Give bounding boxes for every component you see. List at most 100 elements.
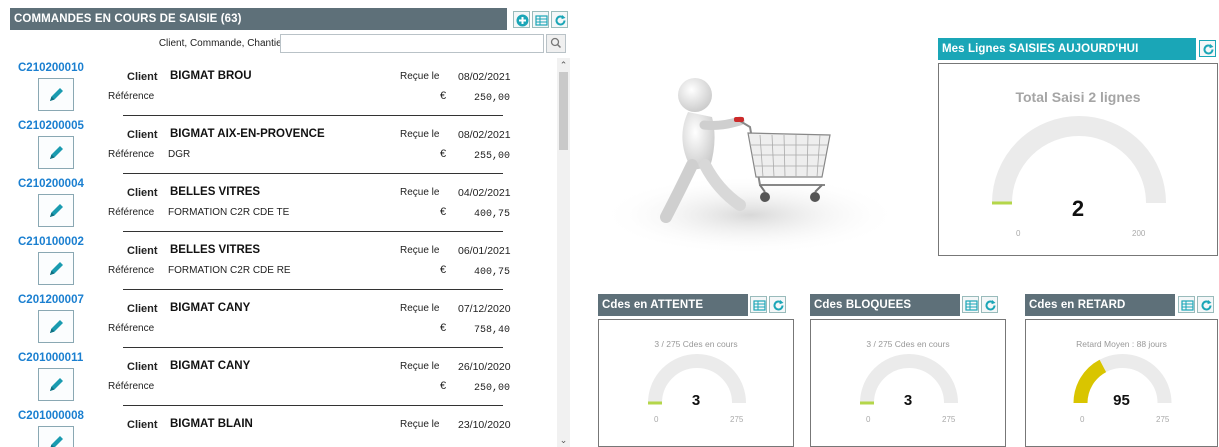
edit-order-button[interactable] xyxy=(38,136,74,169)
order-code[interactable]: C201200007 xyxy=(18,294,84,306)
edit-order-button[interactable] xyxy=(38,368,74,401)
client-name: BIGMAT CANY xyxy=(170,302,251,314)
search-button[interactable] xyxy=(546,34,566,53)
received-date: 23/10/2020 xyxy=(458,419,511,431)
refresh-icon[interactable] xyxy=(981,296,998,313)
gauge-min: 0 xyxy=(866,415,871,424)
shopping-cart-illustration xyxy=(600,55,900,255)
edit-order-button[interactable] xyxy=(38,78,74,111)
order-row[interactable]: C210200010 Client BIGMAT BROU Référence … xyxy=(10,58,555,116)
refresh-icon[interactable] xyxy=(769,296,786,313)
gauge-min: 0 xyxy=(654,415,659,424)
order-code[interactable]: C201000011 xyxy=(18,352,83,364)
pencil-icon xyxy=(50,436,63,447)
currency-label: € xyxy=(440,322,447,334)
scroll-down-icon[interactable]: ⌄ xyxy=(557,433,570,447)
order-code[interactable]: C201000008 xyxy=(18,410,84,422)
order-amount: 400,75 xyxy=(474,209,511,220)
gauge-value: 95 xyxy=(1113,392,1130,409)
order-row[interactable]: C201000008 Client BIGMAT BLAIN Reçue le … xyxy=(10,406,555,447)
reference-label: Référence xyxy=(108,265,155,276)
order-code[interactable]: C210200004 xyxy=(18,178,84,190)
edit-order-button[interactable] xyxy=(38,252,74,285)
today-gauge-box: Total Saisi 2 lignes 2 0 200 xyxy=(938,63,1218,256)
received-label: Reçue le xyxy=(400,245,440,256)
reference-value: DGR xyxy=(168,149,191,160)
reference-label: Référence xyxy=(108,381,155,392)
client-label: Client xyxy=(127,187,158,199)
order-code[interactable]: C210100002 xyxy=(18,236,84,248)
blocked-panel-title: Cdes BLOQUEES xyxy=(810,294,960,316)
scroll-up-icon[interactable]: ⌃ xyxy=(557,58,570,72)
received-date: 08/02/2021 xyxy=(458,71,511,83)
order-code[interactable]: C210200005 xyxy=(18,120,84,132)
late-orders-panel: Cdes en RETARD Retard Moyen : 88 jours 9… xyxy=(1025,294,1219,447)
today-gauge xyxy=(992,116,1166,205)
currency-label: € xyxy=(440,90,447,102)
edit-order-button[interactable] xyxy=(38,194,74,227)
received-date: 26/10/2020 xyxy=(458,361,511,373)
client-name: BIGMAT BLAIN xyxy=(170,418,253,430)
reference-label: Référence xyxy=(108,207,155,218)
gauge-max: 275 xyxy=(730,415,744,424)
received-label: Reçue le xyxy=(400,129,440,140)
refresh-icon[interactable] xyxy=(1199,40,1216,57)
search-input[interactable] xyxy=(280,34,544,53)
received-label: Reçue le xyxy=(400,187,440,198)
order-amount: 250,00 xyxy=(474,383,511,394)
gauge-subtitle: Total Saisi 2 lignes xyxy=(1015,89,1141,105)
table-view-icon[interactable] xyxy=(1178,296,1195,313)
pending-gauge-box: 3 / 275 Cdes en cours 3 0 275 xyxy=(598,319,794,447)
pencil-icon xyxy=(50,320,63,333)
pending-orders-panel: Cdes en ATTENTE 3 / 275 Cdes en cours 3 … xyxy=(598,294,795,447)
client-name: BIGMAT AIX-EN-PROVENCE xyxy=(170,128,325,140)
edit-order-button[interactable] xyxy=(38,426,74,447)
received-label: Reçue le xyxy=(400,303,440,314)
orders-scrollbar[interactable]: ⌃ ⌄ xyxy=(557,58,570,447)
late-gauge-box: Retard Moyen : 88 jours 95 0 275 xyxy=(1025,319,1218,447)
scroll-thumb[interactable] xyxy=(559,72,568,150)
reference-value: FORMATION C2R CDE RE xyxy=(168,265,291,276)
received-date: 07/12/2020 xyxy=(458,303,511,315)
client-name: BIGMAT CANY xyxy=(170,360,251,372)
order-code[interactable]: C210200010 xyxy=(18,62,84,74)
reference-label: Référence xyxy=(108,323,155,334)
received-date: 06/01/2021 xyxy=(458,245,511,257)
gauge-max: 275 xyxy=(1156,415,1170,424)
gauge-min: 0 xyxy=(1080,415,1085,424)
client-name: BELLES VITRES xyxy=(170,244,261,256)
order-row[interactable]: C201200007 Client BIGMAT CANY Référence … xyxy=(10,290,555,348)
order-row[interactable]: C201000011 Client BIGMAT CANY Référence … xyxy=(10,348,555,406)
order-amount: 255,00 xyxy=(474,151,511,162)
refresh-icon[interactable] xyxy=(551,11,568,28)
blocked-gauge-box: 3 / 275 Cdes en cours 3 0 275 xyxy=(810,319,1006,447)
refresh-icon[interactable] xyxy=(1197,296,1214,313)
today-panel-title: Mes Lignes SAISIES AUJOURD'HUI xyxy=(938,38,1196,60)
add-icon[interactable] xyxy=(513,11,530,28)
reference-label: Référence xyxy=(108,91,155,102)
pencil-icon xyxy=(50,146,63,159)
table-view-icon[interactable] xyxy=(750,296,767,313)
client-label: Client xyxy=(127,129,158,141)
pending-panel-title: Cdes en ATTENTE xyxy=(598,294,748,316)
client-label: Client xyxy=(127,303,158,315)
reference-label: Référence xyxy=(108,149,155,160)
order-amount: 250,00 xyxy=(474,93,511,104)
order-row[interactable]: C210200004 Client BELLES VITRES Référenc… xyxy=(10,174,555,232)
gauge-track xyxy=(992,116,1166,204)
client-label: Client xyxy=(127,71,158,83)
client-label: Client xyxy=(127,245,158,257)
gauge-max: 200 xyxy=(1132,229,1146,238)
order-amount: 758,40 xyxy=(474,325,511,336)
gauge-min: 0 xyxy=(1016,229,1021,238)
edit-order-button[interactable] xyxy=(38,310,74,343)
received-date: 08/02/2021 xyxy=(458,129,511,141)
currency-label: € xyxy=(440,206,447,218)
late-panel-title: Cdes en RETARD xyxy=(1025,294,1175,316)
table-view-icon[interactable] xyxy=(532,11,549,28)
order-row[interactable]: C210100002 Client BELLES VITRES Référenc… xyxy=(10,232,555,290)
order-row[interactable]: C210200005 Client BIGMAT AIX-EN-PROVENCE… xyxy=(10,116,555,174)
currency-label: € xyxy=(440,264,447,276)
table-view-icon[interactable] xyxy=(962,296,979,313)
reference-value: FORMATION C2R CDE TE xyxy=(168,207,290,218)
